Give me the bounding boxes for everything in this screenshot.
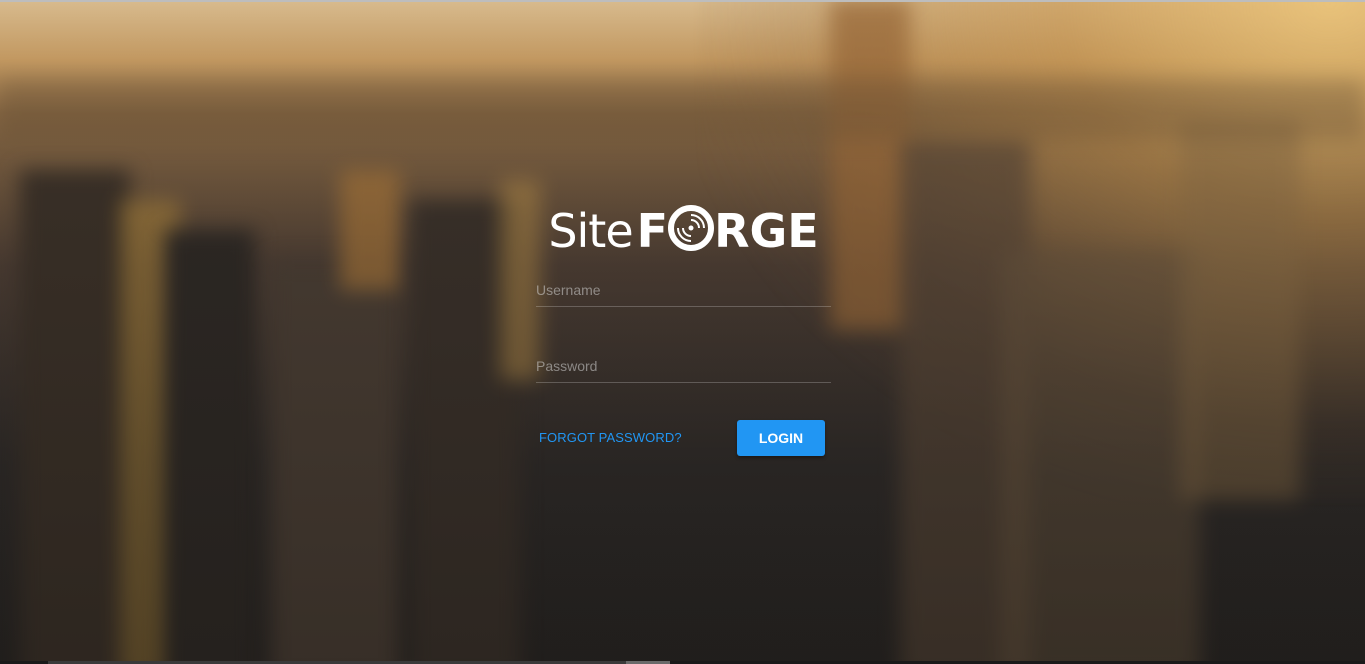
- username-field-wrap: [536, 280, 831, 307]
- top-border: [0, 0, 1365, 2]
- logo-text-site: Site: [548, 204, 633, 258]
- username-input[interactable]: [536, 280, 831, 300]
- logo-letters-rge: RGE: [714, 204, 819, 258]
- background-cityscape: [0, 0, 1365, 664]
- login-panel: Site F RGE FORGOT PASSWORD? LOGIN: [536, 196, 831, 456]
- logo-text-forge-wrap: F RGE: [637, 205, 819, 254]
- login-button[interactable]: LOGIN: [737, 420, 825, 456]
- disc-logo-icon: [668, 205, 715, 251]
- password-input[interactable]: [536, 356, 831, 376]
- logo-letter-f: F: [636, 204, 669, 258]
- siteforge-logo: Site F RGE: [536, 196, 831, 254]
- forgot-password-link[interactable]: FORGOT PASSWORD?: [539, 430, 682, 445]
- password-field-wrap: [536, 356, 831, 383]
